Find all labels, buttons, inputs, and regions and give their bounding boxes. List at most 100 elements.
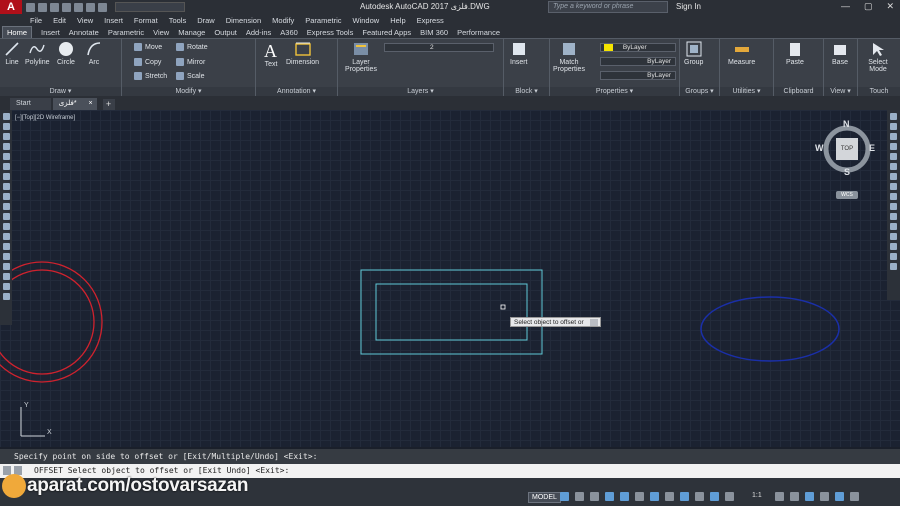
lineweight-dropdown[interactable]: ByLayer	[600, 71, 676, 80]
menu-tools[interactable]: Tools	[169, 16, 187, 25]
clean-screen-icon[interactable]	[835, 492, 844, 501]
rotate-icon[interactable]	[890, 173, 897, 180]
move-icon[interactable]	[890, 163, 897, 170]
insert-block-icon[interactable]	[2, 223, 10, 230]
drawing-canvas[interactable]: Y X TOP N S E W WCS	[0, 110, 900, 447]
minimize-button[interactable]: —	[841, 1, 850, 12]
menu-file[interactable]: File	[30, 16, 42, 25]
block-panel-title[interactable]: Block ▾	[504, 87, 549, 96]
compass-west[interactable]: W	[815, 143, 824, 153]
point-icon[interactable]	[2, 243, 10, 250]
chamfer-icon[interactable]	[890, 243, 897, 250]
tab-parametric[interactable]: Parametric	[108, 28, 144, 37]
make-block-icon[interactable]	[2, 233, 10, 240]
draw-line-icon[interactable]	[2, 113, 10, 120]
explode-icon[interactable]	[890, 263, 897, 270]
lineweight-icon[interactable]	[665, 492, 674, 501]
draw-panel-title[interactable]: Draw ▾	[0, 87, 121, 96]
tab-a360[interactable]: A360	[280, 28, 298, 37]
extend-icon[interactable]	[890, 213, 897, 220]
array-icon[interactable]	[890, 153, 897, 160]
multiline-text-icon[interactable]	[2, 293, 10, 300]
move-tool[interactable]: Move	[134, 43, 162, 51]
select-mode-tool[interactable]: Select Mode	[863, 41, 893, 73]
revision-cloud-icon[interactable]	[2, 183, 10, 190]
menu-modify[interactable]: Modify	[272, 16, 294, 25]
rectangle-icon[interactable]	[2, 153, 10, 160]
new-tab-button[interactable]: +	[102, 99, 115, 110]
spline-icon[interactable]	[2, 193, 10, 200]
transparency-icon[interactable]	[680, 492, 689, 501]
ortho-icon[interactable]	[590, 492, 599, 501]
undo-icon[interactable]	[86, 2, 95, 12]
tab-express-tools[interactable]: Express Tools	[307, 28, 354, 37]
search-input[interactable]: Type a keyword or phrase	[548, 1, 668, 13]
save-as-icon[interactable]	[62, 2, 71, 12]
tab-manage[interactable]: Manage	[178, 28, 205, 37]
viewcube-top-face[interactable]: TOP	[836, 138, 858, 160]
selection-cycling-icon[interactable]	[695, 492, 704, 501]
annotation-scale[interactable]: 1:1	[752, 492, 762, 499]
layers-panel-title[interactable]: Layers ▾	[338, 87, 503, 96]
scale-icon[interactable]	[890, 183, 897, 190]
polyline-tool[interactable]: Polyline	[25, 41, 50, 66]
groups-panel-title[interactable]: Groups ▾	[680, 87, 719, 96]
mirror-icon[interactable]	[890, 133, 897, 140]
plus-icon[interactable]	[790, 492, 799, 501]
object-snap-tracking-icon[interactable]	[635, 492, 644, 501]
tab-featured-apps[interactable]: Featured Apps	[362, 28, 411, 37]
line-tool[interactable]: Line	[4, 41, 20, 66]
utilities-panel-title[interactable]: Utilities ▾	[720, 87, 773, 96]
model-space-button[interactable]: MODEL	[528, 492, 561, 503]
menu-parametric[interactable]: Parametric	[305, 16, 341, 25]
construction-line-icon[interactable]	[2, 123, 10, 130]
layer-dropdown[interactable]: 2	[384, 43, 494, 52]
compass-north[interactable]: N	[843, 119, 850, 129]
break-icon[interactable]	[890, 223, 897, 230]
compass-east[interactable]: E	[869, 143, 875, 153]
region-icon[interactable]	[2, 273, 10, 280]
insert-tool[interactable]: Insert	[510, 41, 528, 66]
rotate-tool[interactable]: Rotate	[176, 43, 208, 51]
circle-icon[interactable]	[2, 173, 10, 180]
red-circle-inner[interactable]	[0, 269, 95, 375]
workspace-dropdown[interactable]	[115, 2, 185, 12]
tab-view[interactable]: View	[153, 28, 169, 37]
red-circle-outer[interactable]	[0, 261, 103, 383]
layer-properties-tool[interactable]: Layer Properties	[345, 41, 377, 73]
redo-icon[interactable]	[98, 2, 107, 12]
blue-ellipse[interactable]	[700, 296, 840, 362]
menu-dimension[interactable]: Dimension	[226, 16, 261, 25]
tab-performance[interactable]: Performance	[457, 28, 500, 37]
tooltip-options-icon[interactable]	[589, 319, 598, 326]
doc-tab-start[interactable]: Start	[10, 98, 51, 110]
text-tool[interactable]: A Text	[262, 41, 280, 68]
erase-icon[interactable]	[890, 113, 897, 120]
menu-express[interactable]: Express	[417, 16, 444, 25]
save-icon[interactable]	[50, 2, 59, 12]
compass-south[interactable]: S	[844, 167, 850, 177]
annotation-visibility-icon[interactable]	[710, 492, 719, 501]
menu-edit[interactable]: Edit	[53, 16, 66, 25]
object-snap-icon[interactable]	[650, 492, 659, 501]
viewport-controls-label[interactable]: [−][Top][2D Wireframe]	[15, 115, 75, 121]
polyline-icon[interactable]	[2, 133, 10, 140]
sign-in-link[interactable]: Sign In	[676, 2, 701, 11]
measure-tool[interactable]: Measure	[728, 41, 755, 66]
polygon-icon[interactable]	[2, 143, 10, 150]
offset-icon[interactable]	[890, 143, 897, 150]
polar-icon[interactable]	[605, 492, 614, 501]
menu-help[interactable]: Help	[390, 16, 405, 25]
tab-bim-360[interactable]: BIM 360	[420, 28, 448, 37]
hardware-acceleration-icon[interactable]	[820, 492, 829, 501]
wcs-menu[interactable]: WCS	[836, 191, 858, 199]
tab-insert[interactable]: Insert	[41, 28, 60, 37]
maximize-button[interactable]: ▢	[864, 1, 873, 12]
menu-insert[interactable]: Insert	[104, 16, 123, 25]
view-panel-title[interactable]: View ▾	[824, 87, 857, 96]
base-tool[interactable]: Base	[832, 41, 848, 66]
trim-icon[interactable]	[890, 203, 897, 210]
plot-icon[interactable]	[74, 2, 83, 12]
tab-add-ins[interactable]: Add-ins	[246, 28, 271, 37]
linetype-dropdown[interactable]: ByLayer	[600, 57, 676, 66]
